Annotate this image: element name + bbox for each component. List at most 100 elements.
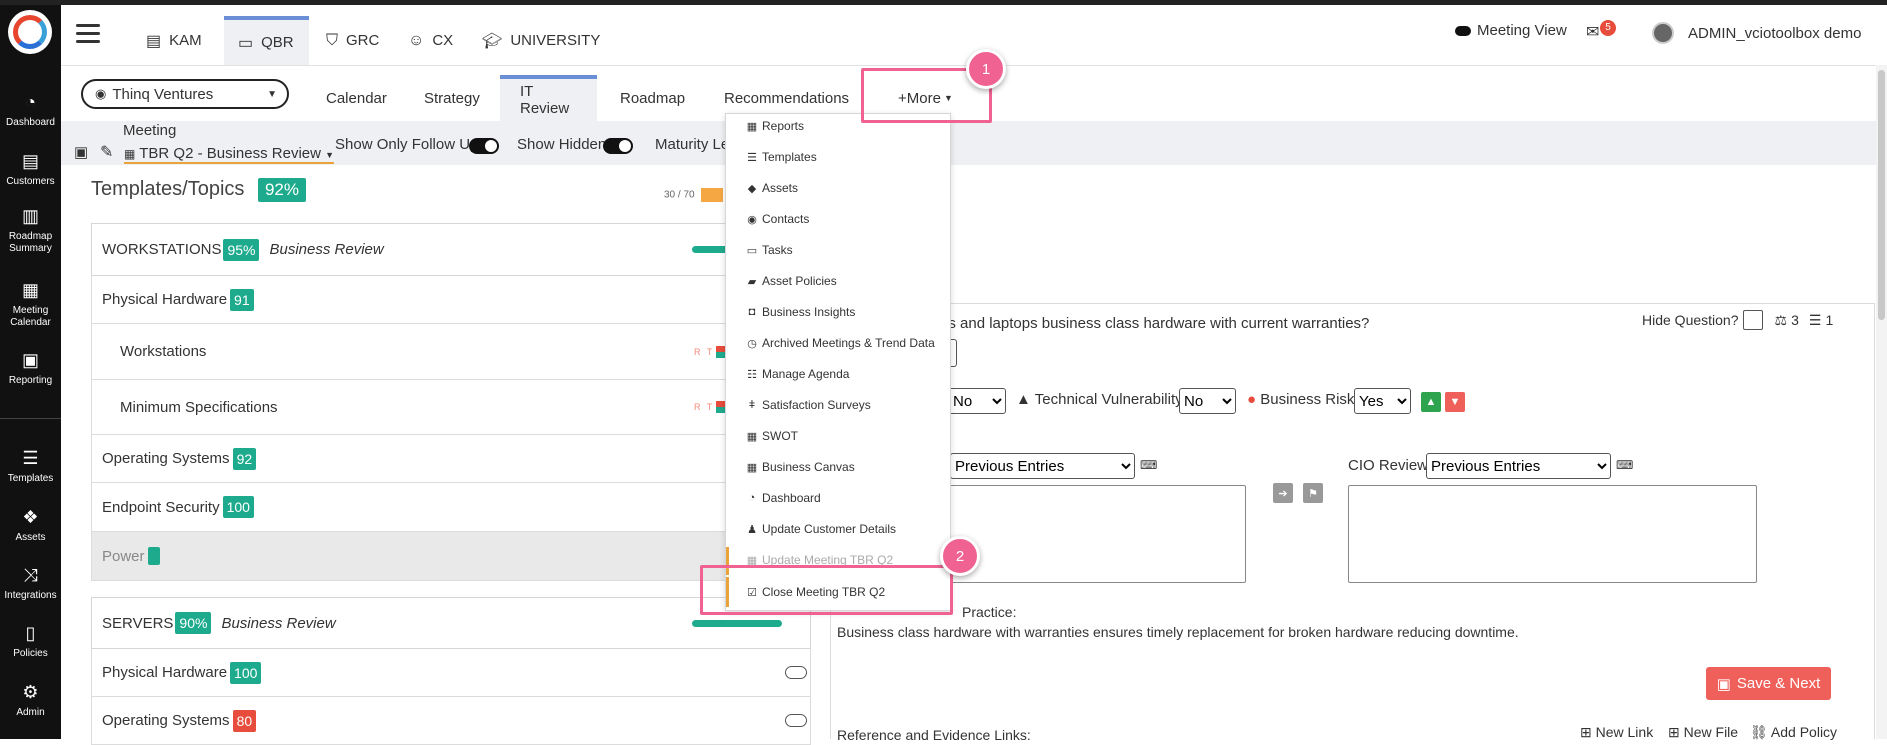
calendar-icon: ▭ <box>746 244 758 257</box>
menu-item-archived-meetings[interactable]: ◷ Archived Meetings & Trend Data <box>746 336 935 350</box>
user-menu[interactable]: ADMIN_vciotoolbox demo <box>1652 22 1861 44</box>
user-icon: ♟ <box>747 523 757 536</box>
workstations-section[interactable]: WORKSTATIONS 95% Business Review <box>91 223 811 276</box>
menu-item-asset-policies[interactable]: ▰ Asset Policies <box>746 274 837 288</box>
topic-row[interactable]: Operating Systems 80 <box>91 697 811 745</box>
tab-qbr[interactable]: ▭ QBR <box>224 16 309 65</box>
list-ol-icon: ☷ <box>747 368 757 381</box>
question-text: ns and laptops business class hardware w… <box>940 315 1370 332</box>
sidebar-item-reporting[interactable]: ▣ Reporting <box>0 350 61 387</box>
subtab-it-review[interactable]: IT Review <box>500 75 597 121</box>
scrollbar-thumb[interactable] <box>1878 70 1885 320</box>
progress-text: 30 / 70 <box>664 188 724 202</box>
menu-item-templates[interactable]: ☰ Templates <box>746 150 817 164</box>
id-card-icon: ▤ <box>146 32 162 50</box>
menu-item-business-insights[interactable]: ◘ Business Insights <box>746 305 856 319</box>
meeting-select[interactable]: ▦ TBR Q2 - Business Review ▼ <box>124 145 335 164</box>
score-badge <box>147 547 160 565</box>
meeting-label: Meeting <box>123 122 177 139</box>
follow-up-toggle[interactable] <box>469 138 499 154</box>
menu-item-swot[interactable]: ▦ SWOT <box>746 429 798 443</box>
cio-previous-entries-select[interactable]: Previous Entries <box>1426 453 1611 479</box>
meeting-view-toggle[interactable]: Meeting View <box>1455 22 1567 39</box>
arrow-right-button[interactable]: ➔ <box>1273 483 1293 503</box>
previous-entries-select[interactable]: Previous Entries <box>950 453 1135 479</box>
laptop-icon: ▭ <box>238 34 254 52</box>
subtab-strategy[interactable]: Strategy <box>404 75 500 121</box>
keyboard-icon[interactable]: ⌨ <box>1140 458 1157 472</box>
sidebar-item-dashboard[interactable]: ◔ Dashboard <box>0 92 61 129</box>
graduation-cap-icon: 🎓︎ <box>482 32 503 50</box>
sidebar-item-roadmap-summary[interactable]: ▥ Roadmap Summary <box>0 206 61 255</box>
topic-subrow[interactable]: Workstations R T <box>91 324 811 380</box>
cubes-icon: ❖ <box>22 507 39 527</box>
keyboard-icon[interactable]: ⌨ <box>1616 458 1633 472</box>
subtab-calendar[interactable]: Calendar <box>306 75 407 121</box>
menu-item-satisfaction-surveys[interactable]: ǂ Satisfaction Surveys <box>746 398 871 412</box>
sidebar-item-meeting-calendar[interactable]: ▦ Meeting Calendar <box>0 280 61 329</box>
grid-icon: ▦ <box>746 120 758 133</box>
risk-select[interactable]: No <box>948 388 1006 414</box>
file-icon: ▯ <box>25 623 36 643</box>
menu-item-reports[interactable]: ▦ Reports <box>746 119 804 133</box>
templates-topics-title: Templates/Topics 92% <box>91 178 306 202</box>
tab-grc[interactable]: ⛉ GRC <box>312 16 393 65</box>
notes-textarea[interactable] <box>940 485 1246 583</box>
menu-item-contacts[interactable]: ◉ Contacts <box>746 212 809 226</box>
subtab-roadmap[interactable]: Roadmap <box>600 75 705 121</box>
sidebar-item-customers[interactable]: ▤ Customers <box>0 151 61 188</box>
sidebar-item-templates[interactable]: ☰ Templates <box>0 448 61 485</box>
topic-subrow[interactable]: Minimum Specifications R T <box>91 380 811 435</box>
smile-icon: ☺ <box>408 31 425 49</box>
hide-question-checkbox[interactable] <box>1742 310 1763 330</box>
add-policy-button[interactable]: ⛓ Add Policy <box>1750 724 1837 741</box>
cio-review-label: CIO Review <box>1348 457 1429 474</box>
pencil-icon[interactable]: ✎ <box>100 142 113 162</box>
templates-pct-badge: 92% <box>257 178 306 202</box>
topic-row[interactable]: Endpoint Security 100 <box>91 483 811 532</box>
menu-item-assets[interactable]: ◆ Assets <box>746 181 798 195</box>
save-next-button[interactable]: ▣ Save & Next <box>1706 667 1831 700</box>
car-icon: ◘ <box>748 306 756 318</box>
company-select[interactable]: ◉ Thinq Ventures ▼ <box>81 79 289 109</box>
topic-row[interactable]: Physical Hardware 91 <box>91 276 811 324</box>
caret-down-icon: ▼ <box>325 150 335 160</box>
caret-down-button[interactable]: ▼ <box>1445 392 1465 412</box>
flag-button[interactable]: ⚑ <box>1303 483 1323 503</box>
tab-kam[interactable]: ▤ KAM <box>132 16 216 65</box>
tab-university[interactable]: 🎓︎ UNIVERSITY <box>468 16 614 65</box>
practice-text: Business class hardware with warranties … <box>837 624 1519 640</box>
new-file-button[interactable]: ⊞ New File <box>1668 724 1738 741</box>
sidebar-item-integrations[interactable]: ⤨ Integrations <box>0 565 61 602</box>
app-logo[interactable] <box>8 10 52 54</box>
avatar <box>1652 22 1674 44</box>
menu-item-tasks[interactable]: ▭ Tasks <box>746 243 793 257</box>
mail-button[interactable]: ✉ <box>1586 22 1599 42</box>
hamburger-menu-icon[interactable] <box>76 24 100 44</box>
sidebar-item-assets[interactable]: ❖ Assets <box>0 507 61 544</box>
more-dropdown-menu: ▦ Reports ☰ Templates ◆ Assets ◉ Contacts ▭ T… <box>725 113 951 611</box>
menu-item-dashboard[interactable]: ◔ Dashboard <box>746 491 821 505</box>
new-link-button[interactable]: ⊞ New Link <box>1580 724 1653 741</box>
menu-item-update-customer[interactable]: ♟ Update Customer Details <box>746 522 896 536</box>
toggle-icon <box>1455 25 1471 36</box>
menu-item-business-canvas[interactable]: ▦ Business Canvas <box>746 460 855 474</box>
topic-row[interactable]: Physical Hardware 100 <box>91 649 811 697</box>
tab-cx[interactable]: ☺ CX <box>394 16 467 65</box>
servers-pct-badge: 90% <box>175 612 212 634</box>
user-circle-icon: ◉ <box>747 213 757 226</box>
dashboard-icon: ◔ <box>25 92 36 112</box>
sidebar-item-policies[interactable]: ▯ Policies <box>0 623 61 660</box>
cio-review-textarea[interactable] <box>1348 485 1757 583</box>
menu-item-manage-agenda[interactable]: ☷ Manage Agenda <box>746 367 849 381</box>
plus-square-icon: ⊞ <box>1580 724 1592 740</box>
tech-vuln-select[interactable]: No <box>1179 388 1236 414</box>
add-calendar-icon[interactable]: ▣ <box>74 143 88 161</box>
sidebar-item-admin[interactable]: ⚙ Admin <box>0 682 61 719</box>
caret-up-button[interactable]: ▲ <box>1421 392 1441 412</box>
exclamation-circle-icon: ● <box>1247 391 1257 408</box>
topic-row[interactable]: Operating Systems 92 <box>91 435 811 483</box>
biz-risk-select[interactable]: Yes <box>1354 388 1411 414</box>
show-hidden-toggle[interactable] <box>603 138 633 154</box>
shuffle-icon: ⤨ <box>23 565 38 585</box>
